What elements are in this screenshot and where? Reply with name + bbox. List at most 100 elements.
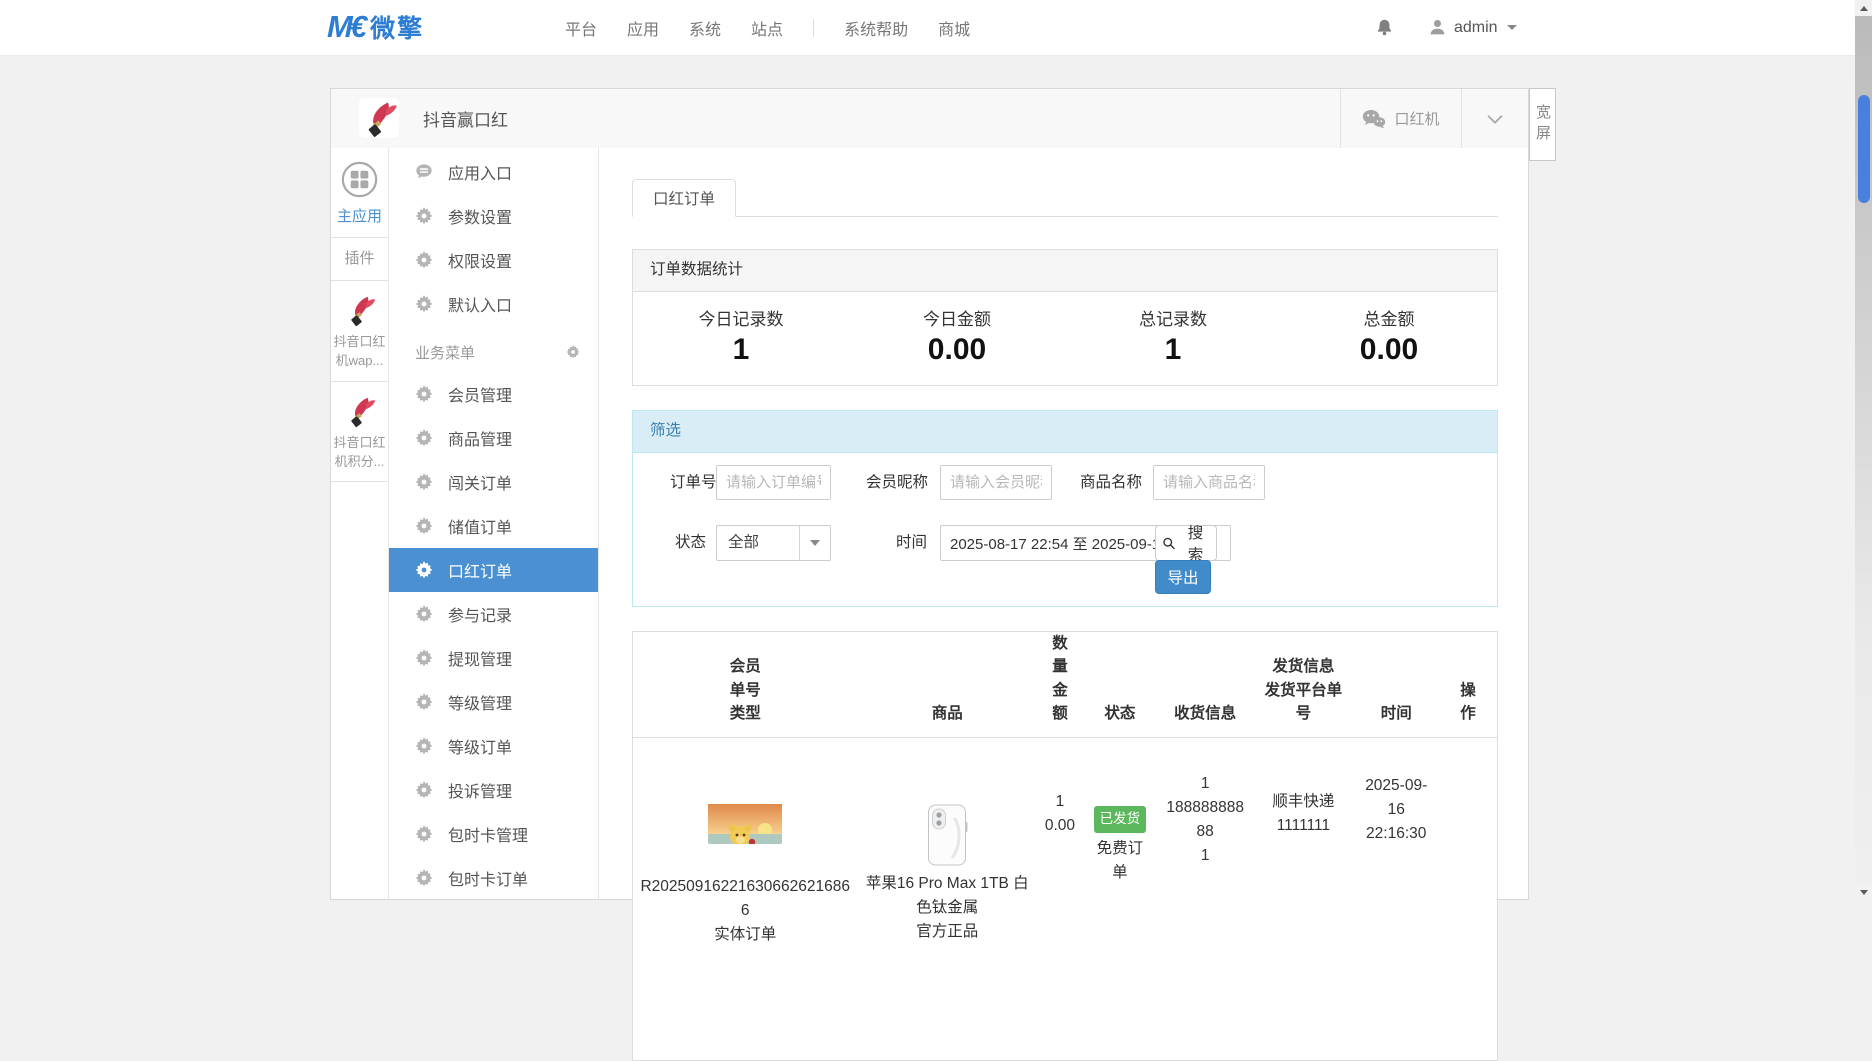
sidebar-item-stored-value-orders[interactable]: 储值订单 (389, 504, 598, 548)
arrow-up-icon (1860, 6, 1868, 11)
sidebar-item-products[interactable]: 商品管理 (389, 416, 598, 460)
weengine-logo[interactable]: M€ 微擎 (327, 9, 424, 45)
gear-icon (415, 207, 433, 225)
sidebar-item-lipstick-orders[interactable]: 口红订单 (389, 548, 598, 592)
col-time: 时间 (1353, 702, 1439, 737)
sidebar-item-label: 投诉管理 (448, 778, 512, 802)
order-no-label: 订单号 (670, 465, 717, 500)
stat-total-amount: 总金额 0.00 (1281, 305, 1497, 367)
nickname-input[interactable] (940, 465, 1052, 500)
filter-panel: 筛选 订单号 会员昵称 商品名称 状态 全部 时间 搜索 导出 (632, 410, 1498, 607)
rail-item-plugin-wap[interactable]: 抖音口红机wap... (331, 281, 388, 382)
scrollbar-thumb[interactable] (1858, 95, 1870, 203)
tab-lipstick-orders[interactable]: 口红订单 (632, 179, 736, 217)
sidebar-item-default-entry[interactable]: 默认入口 (389, 282, 598, 326)
member-avatar (708, 780, 782, 844)
stat-today-records: 今日记录数 1 (633, 305, 849, 367)
sidebar-menu: 应用入口 参数设置 权限设置 默认入口 业务菜单 会员管理 商品管理 闯关 (389, 148, 598, 899)
sidebar-item-levels[interactable]: 等级管理 (389, 680, 598, 724)
sidebar-item-level-orders[interactable]: 等级订单 (389, 724, 598, 768)
business-menu-section: 业务菜单 (389, 332, 598, 372)
table-row: R202509162216306626216866 实体订单 (633, 738, 1497, 958)
user-menu[interactable]: admin (1428, 18, 1517, 37)
scrollbar[interactable] (1855, 0, 1872, 900)
sidebar-item-participation[interactable]: 参与记录 (389, 592, 598, 636)
sidebar-item-label: 口红订单 (448, 558, 512, 582)
stats-panel-title: 订单数据统计 (633, 250, 1497, 292)
gear-icon (415, 869, 433, 887)
stat-today-amount: 今日金额 0.00 (849, 305, 1065, 367)
status-select-value: 全部 (717, 526, 799, 560)
order-no-input[interactable] (716, 465, 831, 500)
gear-icon (415, 737, 433, 755)
sidebar-item-app-entry[interactable]: 应用入口 (389, 150, 598, 194)
gear-icon (415, 473, 433, 491)
sidebar-item-members[interactable]: 会员管理 (389, 372, 598, 416)
nav-item-help[interactable]: 系统帮助 (844, 16, 908, 40)
gear-icon (415, 605, 433, 623)
search-button[interactable]: 搜索 (1155, 525, 1217, 561)
gear-icon (415, 649, 433, 667)
lipstick-plugin-icon (343, 293, 377, 327)
stat-label: 总记录数 (1065, 305, 1281, 330)
sidebar-item-time-card-mgmt[interactable]: 包时卡管理 (389, 812, 598, 856)
status-text: 免费订单 (1089, 837, 1151, 885)
caret-down-icon (810, 540, 820, 546)
stat-total-records: 总记录数 1 (1065, 305, 1281, 367)
chevron-down-icon (1507, 25, 1517, 30)
order-type: 实体订单 (639, 923, 851, 947)
user-icon (1428, 18, 1447, 37)
rail-item-main-app[interactable]: 主应用 (331, 148, 388, 238)
channel-button[interactable]: 口红机 (1341, 89, 1461, 148)
plugin-label: 抖音口红机wap... (332, 333, 387, 371)
collapse-header-button[interactable] (1462, 89, 1528, 148)
cell-member: R202509162216306626216866 实体订单 (633, 738, 857, 971)
nav-item-site[interactable]: 站点 (751, 16, 783, 40)
notification-bell-icon[interactable] (1375, 18, 1394, 37)
stat-value: 0.00 (1281, 333, 1497, 367)
gear-icon (415, 561, 433, 579)
gear-icon (415, 385, 433, 403)
nickname-label: 会员昵称 (866, 465, 928, 500)
stat-label: 总金额 (1281, 305, 1497, 330)
stat-value: 1 (1065, 333, 1281, 367)
nav-item-system[interactable]: 系统 (689, 16, 721, 40)
channel-label: 口红机 (1394, 108, 1439, 129)
gear-icon[interactable] (566, 345, 580, 359)
nav-item-apps[interactable]: 应用 (627, 16, 659, 40)
sidebar-item-label: 参与记录 (448, 602, 512, 626)
gear-icon (415, 251, 433, 269)
col-status: 状态 (1083, 702, 1157, 737)
widescreen-toggle[interactable]: 宽屏 (1529, 88, 1556, 161)
sidebar-item-time-card-orders[interactable]: 包时卡订单 (389, 856, 598, 900)
sidebar-item-complaints[interactable]: 投诉管理 (389, 768, 598, 812)
sidebar-item-label: 会员管理 (448, 382, 512, 406)
cell-shipping: 顺丰快递 1111111 (1254, 738, 1354, 838)
rail-item-plugin-points[interactable]: 抖音口红机积分... (331, 382, 388, 483)
gear-icon (415, 781, 433, 799)
top-nav-menu: 平台 应用 系统 站点 系统帮助 商城 (565, 0, 970, 55)
stat-value: 1 (633, 333, 849, 367)
cell-product: 苹果16 Pro Max 1TB 白色钛金属 官方正品 (857, 738, 1037, 968)
export-button[interactable]: 导出 (1155, 560, 1211, 594)
chevron-down-icon (1484, 108, 1506, 130)
cell-status: 已发货 免费订单 (1083, 738, 1157, 909)
sidebar-item-withdrawals[interactable]: 提现管理 (389, 636, 598, 680)
sidebar-item-params[interactable]: 参数设置 (389, 194, 598, 238)
logo-mark: M€ (327, 9, 364, 45)
status-select[interactable]: 全部 (716, 525, 831, 561)
col-product: 商品 (857, 702, 1037, 737)
app-rail: 主应用 插件 抖音口红机wap... 抖音口红机积分... (331, 148, 389, 899)
col-actions: 操 作 (1439, 679, 1497, 738)
scrollbar-up-button[interactable] (1855, 0, 1872, 16)
col-receiver-info: 收货信息 (1157, 702, 1254, 737)
sidebar-item-level-pass-orders[interactable]: 闯关订单 (389, 460, 598, 504)
cell-qty-amount: 1 0.00 (1037, 738, 1083, 838)
sidebar-item-permissions[interactable]: 权限设置 (389, 238, 598, 282)
nav-item-store[interactable]: 商城 (938, 16, 970, 40)
product-name-input[interactable] (1153, 465, 1265, 500)
nav-item-platform[interactable]: 平台 (565, 16, 597, 40)
gear-icon (415, 517, 433, 535)
scrollbar-down-button[interactable] (1855, 884, 1872, 900)
order-number: R202509162216306626216866 (640, 878, 849, 919)
